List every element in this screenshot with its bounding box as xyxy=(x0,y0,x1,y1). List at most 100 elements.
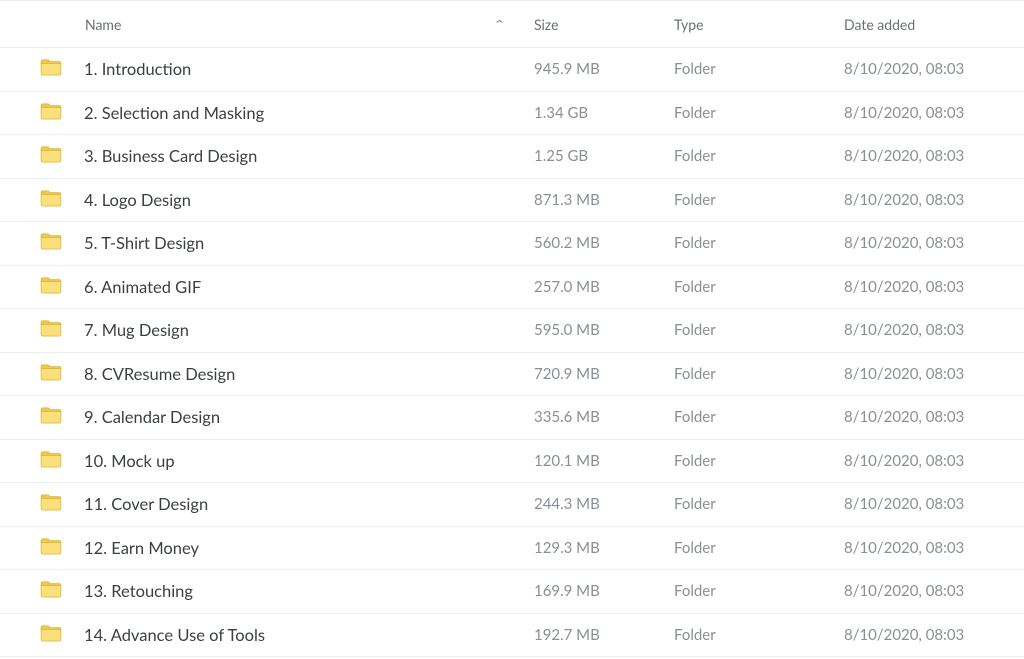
table-row[interactable]: 6. Animated GIF 257.0 MBFolder 8/10/2020, … xyxy=(0,266,1024,310)
folder-icon xyxy=(40,450,62,472)
row-type-cell: Folder xyxy=(674,104,844,122)
row-name-text: 12. Earn Money xyxy=(84,538,199,558)
row-date-text: 8/10/2020, 08:03 xyxy=(844,539,964,557)
row-name-text: 14. Advance Use of Tools xyxy=(84,625,265,645)
row-size-cell: 720.9 MB xyxy=(534,365,674,383)
row-date-cell: 8/10/2020, 08:03 xyxy=(844,452,1024,470)
table-row[interactable]: 3. Business Card Design1.25 GBFolder8/10… xyxy=(0,135,1024,179)
row-date-text: 8/10/2020, 08:03 xyxy=(844,191,964,209)
row-date-text: 8/10/2020, 08:03 xyxy=(844,626,964,644)
column-header-size-label: Size xyxy=(534,16,558,33)
row-size-cell: 244.3 MB xyxy=(534,495,674,513)
row-size-text: 560.2 MB xyxy=(534,234,600,252)
row-date-text: 8/10/2020, 08:03 xyxy=(844,365,964,383)
folder-icon xyxy=(40,145,62,167)
row-size-text: 120.1 MB xyxy=(534,452,600,470)
row-size-cell: 120.1 MB xyxy=(534,452,674,470)
column-header-date-label: Date added xyxy=(844,16,915,33)
folder-icon xyxy=(40,493,62,515)
row-name-text: 6. Animated GIF xyxy=(84,277,201,297)
row-date-cell: 8/10/2020, 08:03 xyxy=(844,321,1024,339)
row-name-cell: 12. Earn Money xyxy=(84,538,534,558)
row-name-cell: 2. Selection and Masking xyxy=(84,103,534,123)
row-type-text: Folder xyxy=(674,626,716,644)
row-type-text: Folder xyxy=(674,104,716,122)
table-row[interactable]: 2. Selection and Masking1.34 GB Folder 8/1… xyxy=(0,92,1024,136)
table-row[interactable]: 14. Advance Use of Tools 192.7 MBFolder 8/… xyxy=(0,614,1024,658)
row-name-cell: 11. Cover Design xyxy=(84,494,534,514)
row-size-cell: 560.2 MB xyxy=(534,234,674,252)
row-name-cell: 1. Introduction xyxy=(84,59,534,79)
folder-icon xyxy=(40,102,62,124)
row-date-cell: 8/10/2020, 08:03 xyxy=(844,539,1024,557)
table-row[interactable]: 9. Calendar Design335.6 MBFolder8/10/202… xyxy=(0,396,1024,440)
table-row[interactable]: 13. Retouching169.9 MBFolder8/10/2020, 0… xyxy=(0,570,1024,614)
row-date-text: 8/10/2020, 08:03 xyxy=(844,147,964,165)
row-type-text: Folder xyxy=(674,278,716,296)
row-date-text: 8/10/2020, 08:03 xyxy=(844,60,964,78)
file-list-table: Name ⌃ Size Type Date added 1. Introduct… xyxy=(0,0,1024,657)
row-date-text: 8/10/2020, 08:03 xyxy=(844,452,964,470)
table-row[interactable]: 11. Cover Design244.3 MBFolder8/10/2020,… xyxy=(0,483,1024,527)
row-size-text: 244.3 MB xyxy=(534,495,600,513)
row-icon-cell xyxy=(40,580,84,602)
row-name-text: 11. Cover Design xyxy=(84,494,208,514)
row-type-text: Folder xyxy=(674,365,716,383)
row-size-text: 169.9 MB xyxy=(534,582,600,600)
row-date-cell: 8/10/2020, 08:03 xyxy=(844,147,1024,165)
row-name-cell: 9. Calendar Design xyxy=(84,407,534,427)
folder-icon xyxy=(40,189,62,211)
folder-icon xyxy=(40,319,62,341)
row-type-cell: Folder xyxy=(674,147,844,165)
row-name-cell: 6. Animated GIF xyxy=(84,277,534,297)
row-date-cell: 8/10/2020, 08:03 xyxy=(844,626,1024,644)
table-row[interactable]: 4. Logo Design871.3 MBFolder8/10/2020, 0… xyxy=(0,179,1024,223)
row-icon-cell xyxy=(40,450,84,472)
column-header-type-label: Type xyxy=(674,16,704,33)
row-type-cell: Folder xyxy=(674,60,844,78)
folder-icon xyxy=(40,276,62,298)
column-header-date-added[interactable]: Date added xyxy=(844,16,1024,33)
table-row[interactable]: 5. T-Shirt Design560.2 MBFolder8/10/2020… xyxy=(0,222,1024,266)
table-row[interactable]: 8. CVResume Design720.9 MBFolder8/10/202… xyxy=(0,353,1024,397)
table-header: Name ⌃ Size Type Date added xyxy=(0,0,1024,48)
folder-icon xyxy=(40,406,62,428)
row-name-cell: 10. Mock up xyxy=(84,451,534,471)
row-icon-cell xyxy=(40,276,84,298)
row-date-text: 8/10/2020, 08:03 xyxy=(844,278,964,296)
row-type-text: Folder xyxy=(674,452,716,470)
row-size-cell: 335.6 MB xyxy=(534,408,674,426)
table-row[interactable]: 10. Mock up120.1 MB Folder 8/10/2020, 08:0… xyxy=(0,440,1024,484)
row-size-text: 720.9 MB xyxy=(534,365,600,383)
column-header-type[interactable]: Type xyxy=(674,16,844,33)
row-icon-cell xyxy=(40,189,84,211)
row-name-cell: 4. Logo Design xyxy=(84,190,534,210)
table-row[interactable]: 1. Introduction945.9 MB Folder8/10/2020, … xyxy=(0,48,1024,92)
row-size-cell: 257.0 MB xyxy=(534,278,674,296)
column-header-name[interactable]: Name ⌃ xyxy=(84,16,534,33)
table-row[interactable]: 7. Mug Design595.0 MBFolder8/10/2020, 08… xyxy=(0,309,1024,353)
row-name-text: 7. Mug Design xyxy=(84,320,189,340)
row-date-text: 8/10/2020, 08:03 xyxy=(844,495,964,513)
row-size-cell: 192.7 MB xyxy=(534,626,674,644)
row-size-text: 595.0 MB xyxy=(534,321,600,339)
column-header-size[interactable]: Size xyxy=(534,16,674,33)
row-name-cell: 14. Advance Use of Tools xyxy=(84,625,534,645)
row-size-text: 1.34 GB xyxy=(534,104,588,122)
row-name-text: 5. T-Shirt Design xyxy=(84,233,204,253)
row-type-cell: Folder xyxy=(674,452,844,470)
row-icon-cell xyxy=(40,493,84,515)
row-date-cell: 8/10/2020, 08:03 xyxy=(844,365,1024,383)
row-name-cell: 13. Retouching xyxy=(84,581,534,601)
row-type-text: Folder xyxy=(674,539,716,557)
folder-icon xyxy=(40,537,62,559)
row-date-text: 8/10/2020, 08:03 xyxy=(844,104,964,122)
row-icon-cell xyxy=(40,232,84,254)
folder-icon xyxy=(40,580,62,602)
row-size-cell: 1.25 GB xyxy=(534,147,674,165)
row-size-text: 1.25 GB xyxy=(534,147,588,165)
row-size-text: 129.3 MB xyxy=(534,539,600,557)
table-row[interactable]: 12. Earn Money 129.3 MB Folder 8/10/2020, 0… xyxy=(0,527,1024,571)
row-size-text: 945.9 MB xyxy=(534,60,600,78)
row-size-cell: 871.3 MB xyxy=(534,191,674,209)
